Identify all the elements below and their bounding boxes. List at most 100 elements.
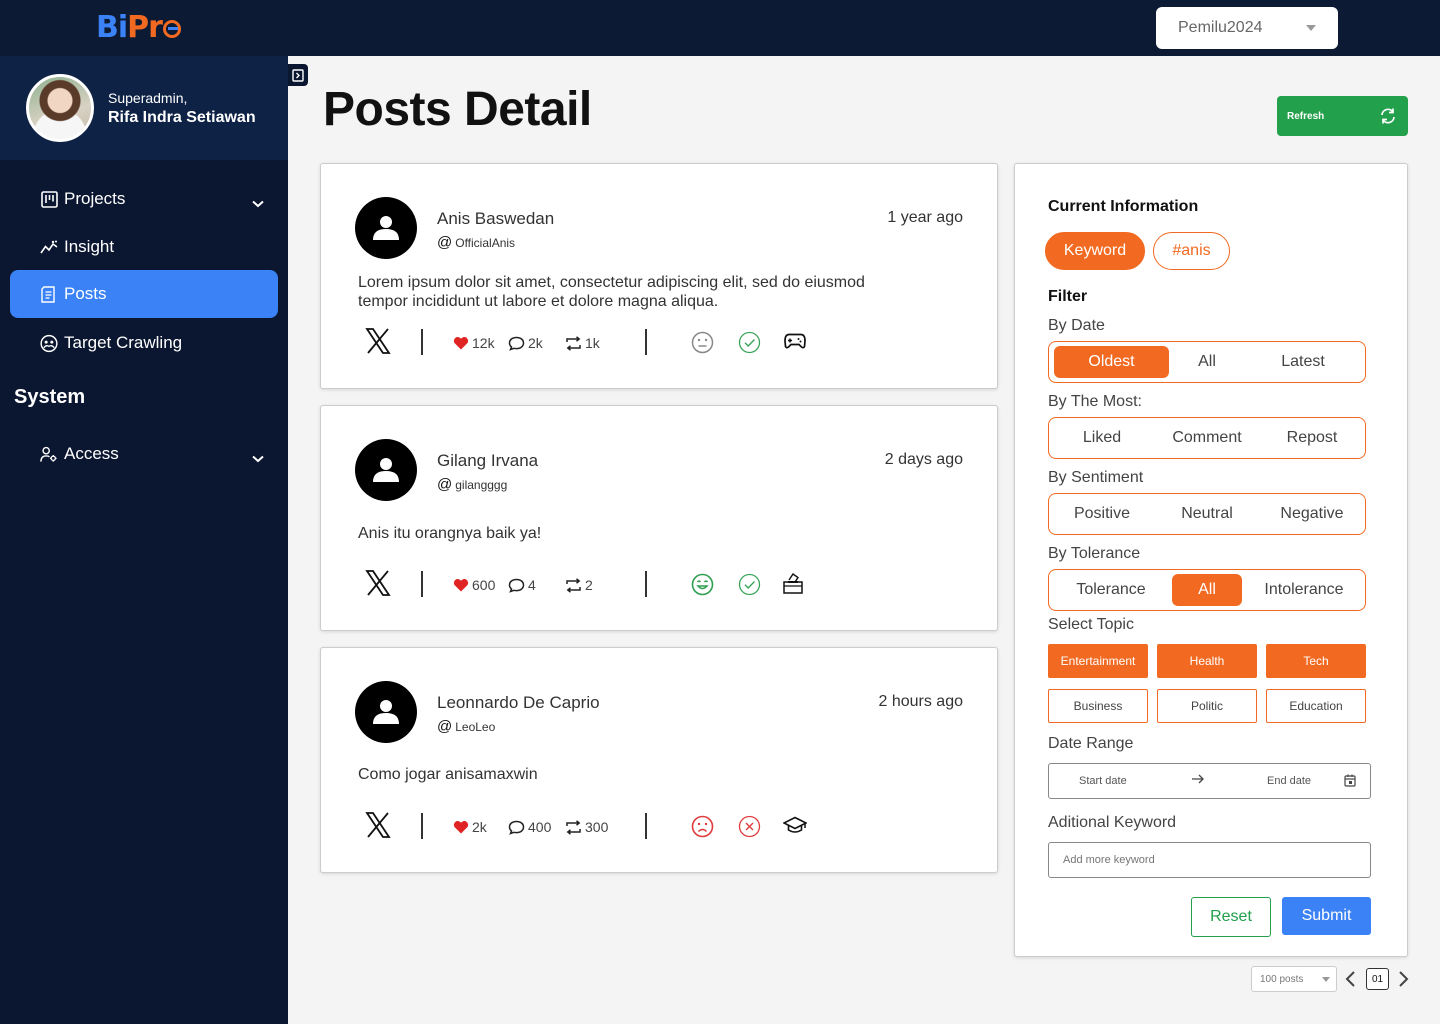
tolerance-option-tolerance[interactable]: Tolerance: [1063, 574, 1159, 606]
submit-button[interactable]: Submit: [1282, 897, 1371, 935]
kanban-icon: [40, 190, 58, 208]
tolerance-option-all[interactable]: All: [1172, 574, 1242, 606]
sidebar-item-label: Access: [64, 444, 119, 463]
by-tolerance-label: By Tolerance: [1048, 545, 1141, 562]
post-card[interactable]: Gilang Irvana @ gilangggg 2 days ago Anis…: [320, 405, 998, 631]
x-logo-icon[interactable]: [365, 811, 391, 839]
heart-icon: [453, 579, 469, 592]
top-bar: BiPr Pemilu2024: [0, 0, 1440, 56]
topic-politic[interactable]: Politic: [1157, 689, 1257, 723]
keyword-chip[interactable]: Keyword: [1045, 232, 1145, 270]
repost-count[interactable]: 2: [565, 577, 593, 593]
comment-icon: [508, 336, 525, 351]
post-stats: 2k 400 300: [365, 811, 965, 843]
post-card[interactable]: Leonnardo De Caprio @ LeoLeo 2 hours ago …: [320, 647, 998, 873]
date-option-latest[interactable]: Latest: [1255, 346, 1351, 378]
date-option-all[interactable]: All: [1159, 346, 1255, 378]
post-time: 2 hours ago: [878, 693, 963, 710]
by-date-segment: Oldest All Latest: [1048, 341, 1366, 383]
avatar: [355, 439, 417, 501]
x-circle-icon: [738, 815, 761, 838]
chevron-right-icon[interactable]: [1396, 970, 1410, 988]
chevron-down-icon[interactable]: [252, 448, 264, 468]
select-topic-label: Select Topic: [1048, 616, 1134, 633]
x-logo-icon[interactable]: [365, 569, 391, 597]
sentiment-option-positive[interactable]: Positive: [1054, 498, 1150, 530]
sad-face-icon: [691, 815, 714, 838]
repost-icon: [566, 577, 581, 593]
check-circle-icon: [738, 573, 761, 596]
user-gear-icon: [40, 445, 58, 463]
repost-count[interactable]: 300: [565, 819, 608, 835]
project-select[interactable]: Pemilu2024: [1156, 7, 1338, 49]
topic-tech[interactable]: Tech: [1266, 644, 1366, 678]
divider: [421, 571, 423, 597]
chevron-down-icon[interactable]: [252, 193, 264, 213]
sidebar-collapse-button[interactable]: [288, 64, 308, 86]
sidebar-item-target-crawling[interactable]: Target Crawling: [10, 319, 278, 367]
per-page-select[interactable]: 100 posts: [1251, 966, 1337, 992]
chevron-left-icon[interactable]: [1344, 970, 1358, 988]
topic-education[interactable]: Education: [1266, 689, 1366, 723]
like-count[interactable]: 600: [453, 577, 495, 593]
current-page[interactable]: 01: [1366, 968, 1389, 990]
topic-health[interactable]: Health: [1157, 644, 1257, 678]
sentiment-option-neutral[interactable]: Neutral: [1159, 498, 1255, 530]
sentiment-option-negative[interactable]: Negative: [1264, 498, 1360, 530]
end-date-placeholder[interactable]: End date: [1267, 775, 1311, 787]
date-range-picker[interactable]: Start date End date: [1048, 763, 1371, 799]
comment-count[interactable]: 2k: [508, 335, 543, 351]
user-icon: [373, 700, 399, 724]
user-icon: [373, 216, 399, 240]
document-icon: [40, 285, 58, 303]
by-most-segment: Liked Comment Repost: [1048, 417, 1366, 459]
arrow-right-icon: [1192, 774, 1204, 784]
x-logo-icon[interactable]: [365, 327, 391, 355]
post-body: Anis itu orangnya baik ya!: [358, 525, 542, 542]
tolerance-option-intolerance[interactable]: Intolerance: [1256, 574, 1352, 606]
at-icon: @: [437, 476, 453, 493]
sidebar-item-access[interactable]: Access: [10, 430, 278, 478]
sidebar-item-label: Projects: [64, 189, 126, 208]
sidebar-item-projects[interactable]: Projects: [10, 175, 278, 223]
topic-entertainment[interactable]: Entertainment: [1048, 644, 1148, 678]
check-circle-icon: [738, 331, 761, 354]
comment-count[interactable]: 4: [508, 577, 536, 593]
most-option-repost[interactable]: Repost: [1264, 422, 1360, 454]
most-option-comment[interactable]: Comment: [1159, 422, 1255, 454]
like-count[interactable]: 2k: [453, 819, 487, 835]
user-role: Superadmin,: [108, 90, 188, 106]
target-icon: [40, 334, 58, 352]
divider: [421, 813, 423, 839]
sidebar-item-insight[interactable]: Insight: [10, 223, 278, 271]
avatar: [26, 74, 94, 142]
hashtag-chip[interactable]: #anis: [1153, 232, 1230, 270]
filter-title: Filter: [1048, 288, 1088, 305]
reset-button[interactable]: Reset: [1191, 897, 1271, 937]
post-author-name: Anis Baswedan: [437, 209, 555, 228]
sidebar-item-label: Insight: [64, 237, 115, 256]
calendar-icon[interactable]: [1344, 774, 1356, 787]
at-icon: @: [437, 234, 453, 251]
refresh-button[interactable]: Refresh: [1277, 96, 1408, 136]
comment-icon: [508, 578, 525, 593]
most-option-liked[interactable]: Liked: [1054, 422, 1150, 454]
date-option-oldest[interactable]: Oldest: [1054, 346, 1169, 378]
per-page-value: 100 posts: [1260, 973, 1304, 985]
refresh-label: Refresh: [1287, 110, 1325, 122]
by-tolerance-segment: Tolerance All Intolerance: [1048, 569, 1366, 611]
topic-business[interactable]: Business: [1048, 689, 1148, 723]
bipro-logo[interactable]: BiPr: [96, 10, 181, 45]
repost-count[interactable]: 1k: [565, 335, 600, 351]
avatar: [355, 681, 417, 743]
post-stats: 12k 2k 1k: [365, 327, 965, 359]
like-count[interactable]: 12k: [453, 335, 495, 351]
by-date-label: By Date: [1048, 317, 1105, 334]
comment-count[interactable]: 400: [508, 819, 551, 835]
additional-keyword-label: Aditional Keyword: [1048, 814, 1177, 831]
sidebar-item-posts[interactable]: Posts: [10, 270, 278, 318]
additional-keyword-input[interactable]: [1048, 842, 1371, 878]
caret-down-icon: [1322, 977, 1330, 982]
post-card[interactable]: Anis Baswedan @ OfficialAnis 1 year ago L…: [320, 163, 998, 389]
start-date-placeholder[interactable]: Start date: [1079, 775, 1127, 787]
